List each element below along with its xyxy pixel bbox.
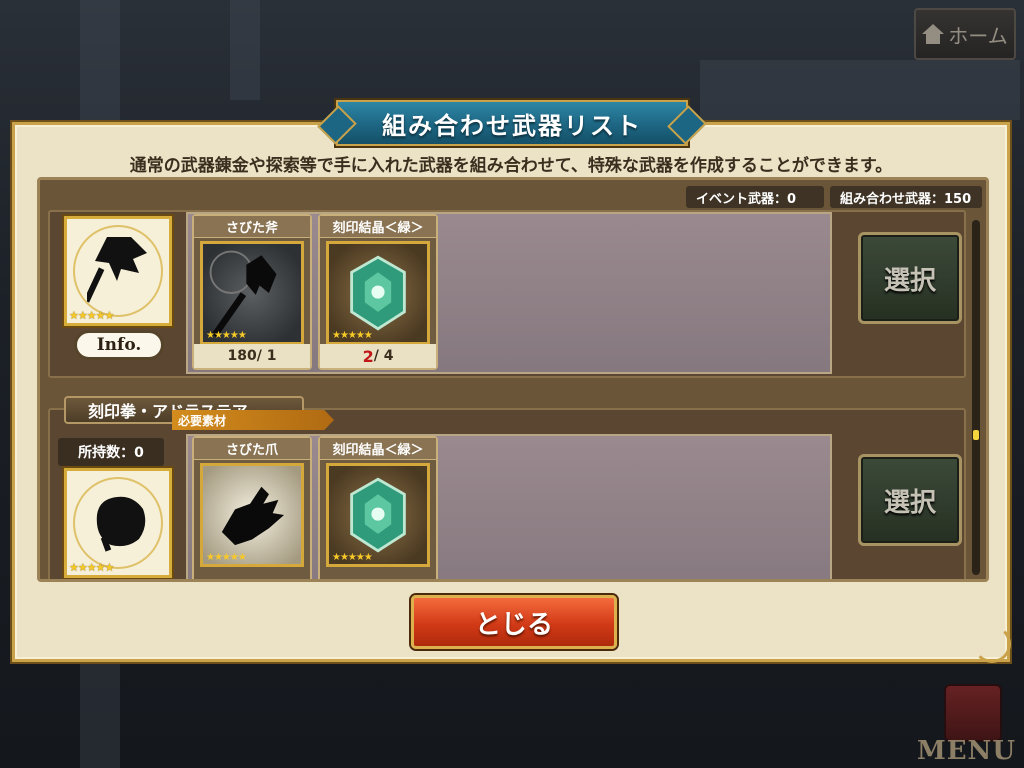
weapon-thumbnail[interactable]: ★★★★★ bbox=[64, 216, 172, 326]
material-stars: ★★★★★ bbox=[206, 552, 247, 563]
material-stars: ★★★★★ bbox=[332, 552, 373, 563]
book-icon bbox=[944, 684, 1002, 742]
material-have-short: 2 bbox=[362, 346, 374, 366]
material-name: さびた斧 bbox=[194, 216, 310, 238]
combination-weapon-dialog: 通常の武器錬金や探索等で手に入れた武器を組み合わせて、特殊な武器を作成することが… bbox=[12, 122, 1011, 663]
material-stars: ★★★★★ bbox=[332, 330, 373, 341]
list-item: 刻印拳・アドラステア 所持数：0 ★★★★★ 必要素材 さびた爪 ★★★★★ 刻… bbox=[48, 396, 966, 579]
material-slot[interactable]: 刻印結晶＜緑＞ ★★★★★ bbox=[318, 436, 438, 579]
material-count: 2 / 4 bbox=[320, 344, 436, 368]
material-need: / 4 bbox=[373, 348, 394, 364]
list-scrollbar[interactable] bbox=[972, 220, 980, 575]
dialog-description: 通常の武器錬金や探索等で手に入れた武器を組み合わせて、特殊な武器を作成することが… bbox=[129, 156, 893, 176]
claw-silhouette-icon bbox=[221, 486, 285, 546]
material-slot[interactable]: さびた斧 ★★★★★ 180 / 1 bbox=[192, 214, 312, 370]
list-item: ★★★★★ Info. さびた斧 ★★★★★ 180 / 1 刻印結晶＜緑＞ ★… bbox=[48, 210, 966, 378]
rarity-stars: ★★★★★ bbox=[69, 309, 114, 322]
home-button-label: ホーム bbox=[948, 23, 1008, 48]
required-materials-label: 必要素材 bbox=[172, 410, 334, 430]
material-have: 180 bbox=[227, 348, 257, 364]
green-crystal-icon: ★★★★★ bbox=[326, 463, 430, 567]
required-materials: さびた爪 ★★★★★ 刻印結晶＜緑＞ ★★★★★ bbox=[186, 434, 832, 579]
owned-count: 所持数：0 bbox=[58, 438, 164, 466]
axe-silhouette-icon bbox=[209, 250, 277, 338]
event-weapons-count: イベント武器：0 bbox=[686, 186, 824, 208]
gem-icon bbox=[350, 477, 406, 553]
fist-weapon-icon bbox=[96, 496, 146, 552]
required-materials: さびた斧 ★★★★★ 180 / 1 刻印結晶＜緑＞ ★★★★★ 2 / 4 bbox=[186, 212, 832, 374]
material-name: 刻印結晶＜緑＞ bbox=[320, 216, 436, 238]
weapon-list: イベント武器：0 組み合わせ武器：150 ★★★★★ Info. さびた斧 ★★… bbox=[37, 177, 989, 582]
close-button[interactable]: とじる bbox=[411, 595, 617, 649]
green-crystal-icon: ★★★★★ bbox=[326, 241, 430, 345]
home-button[interactable]: ホーム bbox=[914, 8, 1016, 60]
menu-label: MENU bbox=[916, 736, 1016, 766]
menu-button[interactable]: MENU bbox=[916, 680, 1024, 768]
select-button[interactable]: 選択 bbox=[858, 232, 962, 324]
material-name: 刻印結晶＜緑＞ bbox=[320, 438, 436, 460]
gem-icon bbox=[350, 255, 406, 331]
info-button[interactable]: Info. bbox=[74, 330, 164, 360]
select-button[interactable]: 選択 bbox=[858, 454, 962, 546]
rusty-claw-icon: ★★★★★ bbox=[200, 463, 304, 567]
rusty-axe-icon: ★★★★★ bbox=[200, 241, 304, 345]
house-icon bbox=[922, 24, 945, 44]
weapon-thumbnail[interactable]: ★★★★★ bbox=[64, 468, 172, 578]
material-need: / 1 bbox=[256, 348, 277, 364]
material-count: 180 / 1 bbox=[194, 344, 310, 368]
background-ledge bbox=[700, 60, 1020, 120]
background-pillar bbox=[230, 0, 260, 100]
material-slot[interactable]: さびた爪 ★★★★★ bbox=[192, 436, 312, 579]
rarity-stars: ★★★★★ bbox=[69, 561, 114, 574]
scrollbar-thumb[interactable] bbox=[973, 430, 979, 440]
combined-weapons-count: 組み合わせ武器：150 bbox=[830, 186, 982, 208]
dialog-title: 組み合わせ武器リスト bbox=[336, 100, 688, 146]
material-slot[interactable]: 刻印結晶＜緑＞ ★★★★★ 2 / 4 bbox=[318, 214, 438, 370]
corner-ornament bbox=[973, 625, 1011, 663]
axe-weapon-icon bbox=[87, 237, 147, 303]
material-name: さびた爪 bbox=[194, 438, 310, 460]
material-stars: ★★★★★ bbox=[206, 330, 247, 341]
